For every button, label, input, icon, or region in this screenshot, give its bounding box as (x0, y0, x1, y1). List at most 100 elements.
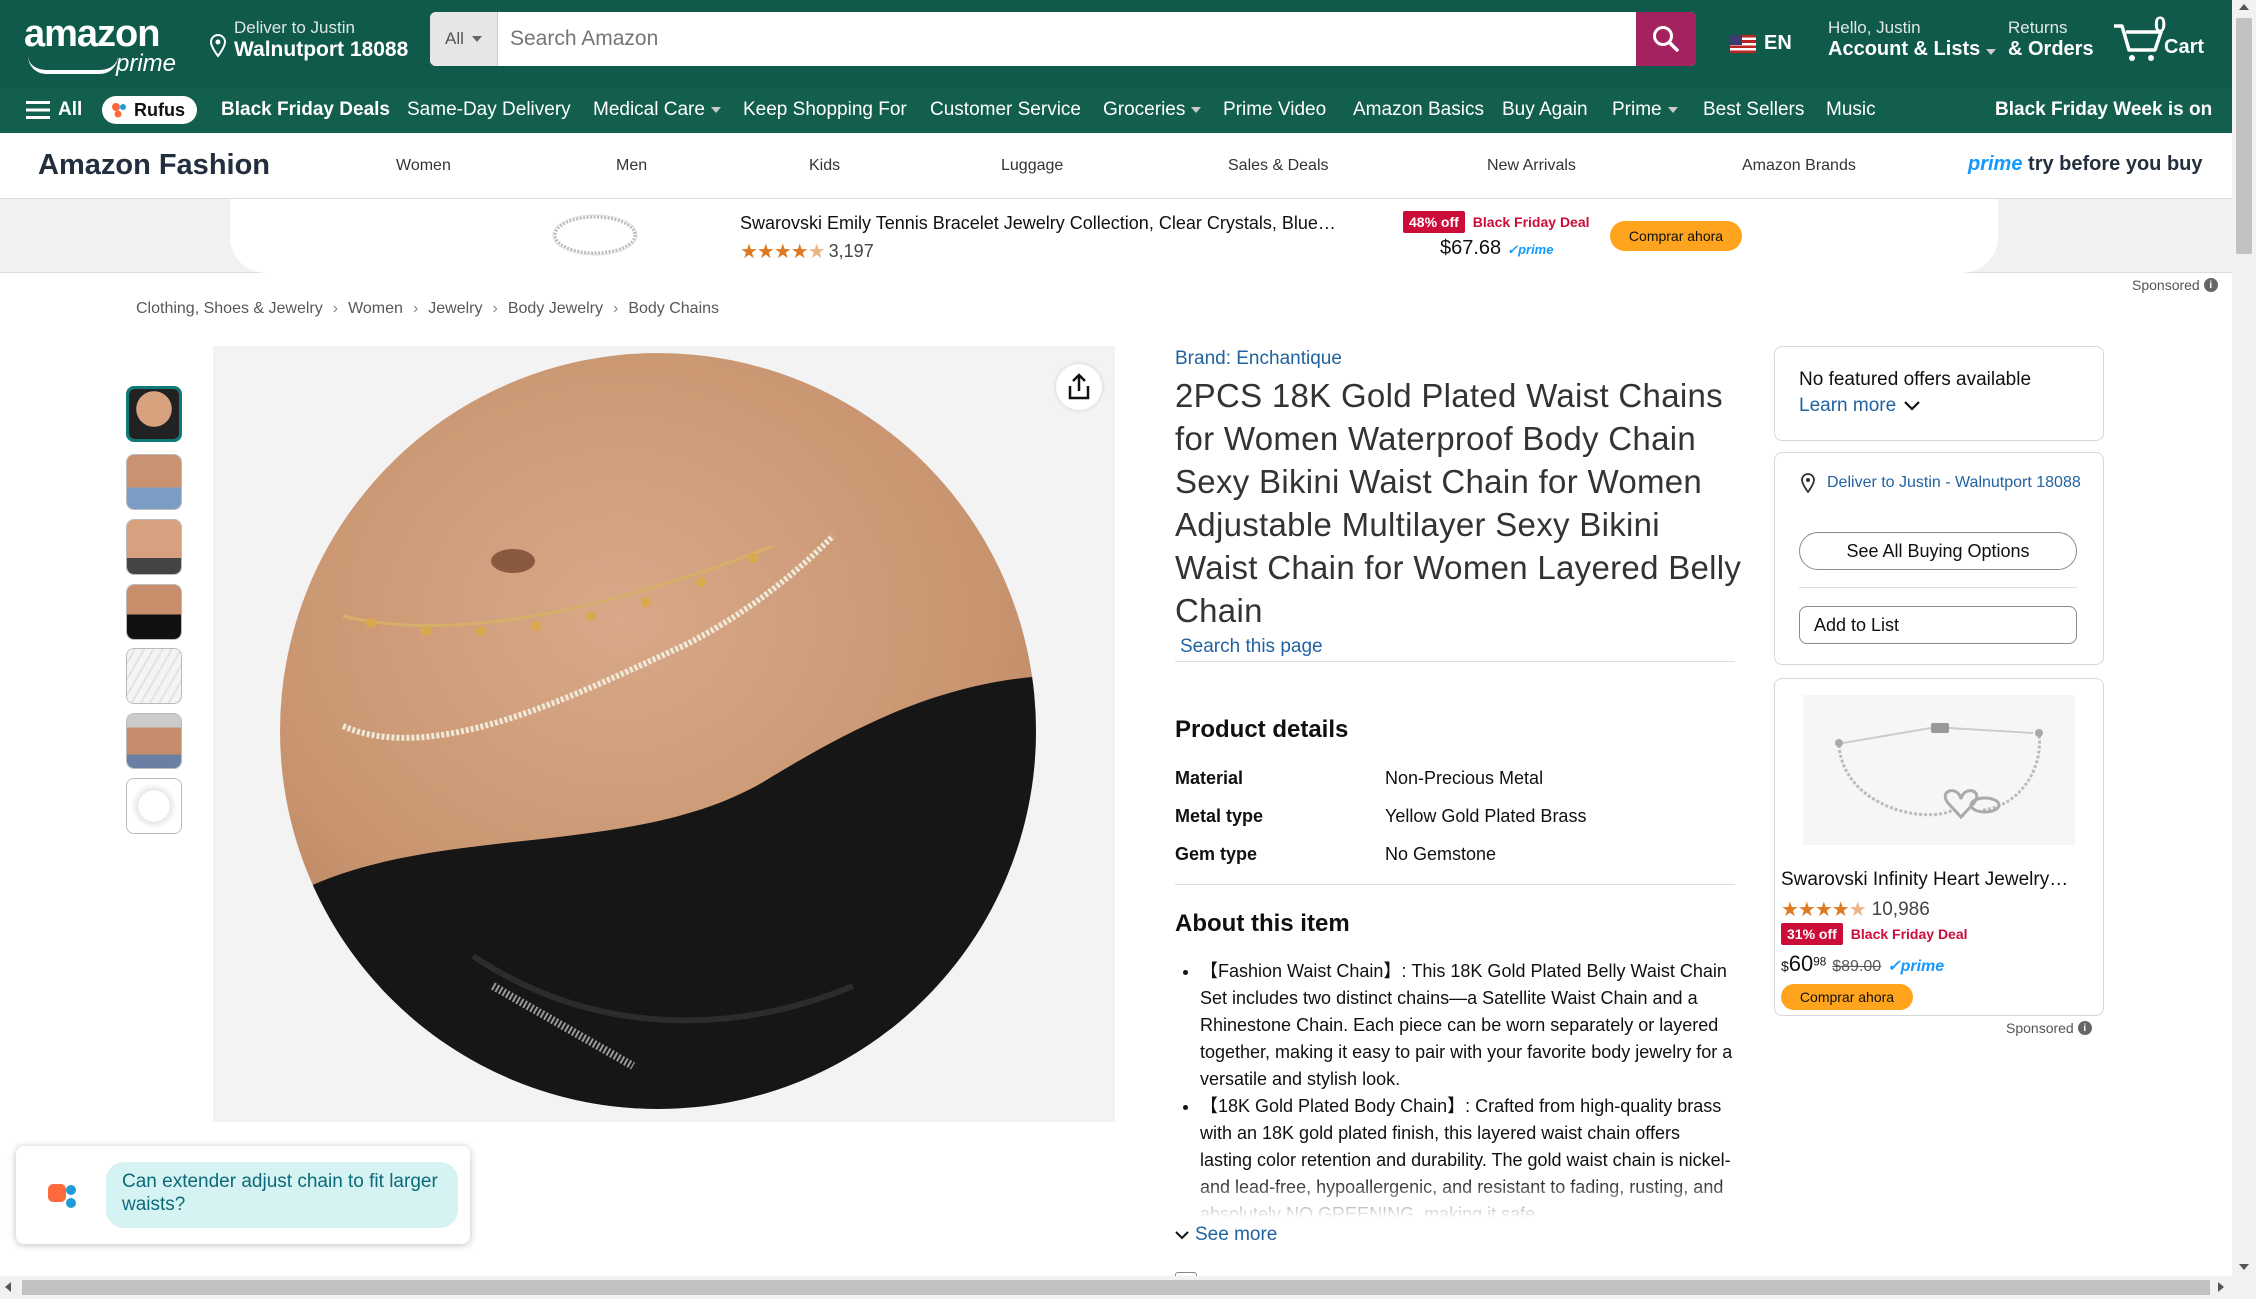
nav-best-sellers[interactable]: Best Sellers (1703, 87, 1804, 133)
account-greeting: Hello, Justin (1828, 18, 1921, 37)
cart-count: 0 (2154, 12, 2167, 37)
nav-medical-care[interactable]: Medical Care (593, 87, 721, 133)
account-lists[interactable]: Hello, Justin Account & Lists (1828, 18, 1997, 61)
breadcrumb-item[interactable]: Clothing, Shoes & Jewelry (136, 300, 323, 318)
scroll-down-arrow-icon[interactable] (2239, 1264, 2249, 1270)
thumbnail-5[interactable] (126, 648, 182, 704)
ad-sponsored-label[interactable]: Sponsored i (2132, 277, 2218, 293)
nav-amazon-basics[interactable]: Amazon Basics (1353, 87, 1484, 133)
learn-more-link[interactable]: Learn more (1799, 395, 1920, 417)
nav-buy-again[interactable]: Buy Again (1502, 87, 1588, 133)
nav-prime[interactable]: Prime (1612, 87, 1678, 133)
side-ad-title[interactable]: Swarovski Infinity Heart Jewelry… (1781, 869, 2099, 891)
spec-value: Non-Precious Metal (1385, 768, 1544, 788)
share-icon (1068, 373, 1090, 400)
ad-rating[interactable]: ★★★★★ 3,197 (740, 239, 874, 264)
nav-black-friday-deals[interactable]: Black Friday Deals (221, 87, 390, 133)
add-to-list-button[interactable]: Add to List (1799, 606, 2077, 644)
sponsored-ad-banner[interactable]: Swarovski Emily Tennis Bracelet Jewelry … (230, 199, 1998, 273)
ad-buy-now-button[interactable]: Comprar ahora (1610, 221, 1742, 251)
thumbnail-3[interactable] (126, 519, 182, 575)
scroll-left-arrow-icon[interactable] (5, 1282, 11, 1292)
bracelet-heart-image[interactable] (1803, 695, 2075, 845)
chevron-down-icon (1175, 1231, 1189, 1240)
brand-link[interactable]: Brand: Enchantique (1175, 348, 1342, 370)
price-currency: $ (1781, 958, 1789, 974)
breadcrumb-item[interactable]: Body Jewelry (508, 300, 603, 318)
amazon-prime-logo[interactable]: amazon prime (24, 14, 184, 77)
breadcrumb-item[interactable]: Women (348, 300, 403, 318)
scroll-right-arrow-icon[interactable] (2218, 1282, 2224, 1292)
scroll-up-arrow-icon[interactable] (2239, 4, 2249, 10)
rufus-button[interactable]: Rufus (102, 87, 197, 133)
spec-key: Material (1175, 768, 1244, 788)
main-product-image[interactable] (213, 346, 1115, 1122)
location-pin-icon (209, 34, 227, 58)
deliver-to-link[interactable]: Deliver to Justin - Walnutport 18088 (1799, 471, 2089, 494)
about-item-list: 【Fashion Waist Chain】: This 18K Gold Pla… (1178, 958, 1736, 1218)
search-button[interactable] (1636, 12, 1696, 66)
side-ad-sponsored-label[interactable]: Sponsored i (2006, 1020, 2092, 1036)
fashion-link-sales-deals[interactable]: Sales & Deals (1228, 157, 1329, 175)
info-icon: i (2203, 278, 2218, 292)
breadcrumb: Clothing, Shoes & Jewelry › Women › Jewelr… (136, 300, 720, 318)
prime-badge-icon: ✓prime (1887, 958, 1945, 975)
thumbnail-2[interactable] (126, 454, 182, 510)
logo-smile-icon (28, 56, 118, 74)
thumbnail-7[interactable] (126, 778, 182, 834)
all-menu-button[interactable]: All (26, 87, 82, 133)
language-label: EN (1764, 32, 1792, 54)
rufus-label: Rufus (134, 99, 185, 120)
fashion-link-amazon-brands[interactable]: Amazon Brands (1742, 157, 1856, 175)
fashion-link-kids[interactable]: Kids (809, 157, 840, 175)
sponsored-ad-strip: Swarovski Emily Tennis Bracelet Jewelry … (0, 199, 2232, 293)
nav-music[interactable]: Music (1826, 87, 1876, 133)
price-cents: 98 (1813, 955, 1827, 969)
nav-prime-video[interactable]: Prime Video (1223, 87, 1326, 133)
chevron-down-icon (710, 107, 721, 113)
prime-try-before-you-buy[interactable]: prime try before you buy (1968, 153, 2203, 176)
horizontal-scrollbar[interactable] (0, 1276, 2256, 1299)
account-label: Account & Lists (1828, 38, 1997, 61)
vertical-scrollbar[interactable] (2232, 0, 2256, 1276)
breadcrumb-item[interactable]: Jewelry (428, 300, 482, 318)
ad-deal-label: Black Friday Deal (1472, 214, 1590, 230)
bracelet-product-image (552, 214, 638, 256)
search-category-select[interactable]: All (430, 12, 498, 66)
nav-promo-black-friday-week[interactable]: Black Friday Week is on (1995, 87, 2212, 133)
side-ad-rating[interactable]: ★★★★★ 10,986 (1781, 897, 1930, 922)
vertical-scroll-thumb[interactable] (2236, 18, 2252, 254)
nav-customer-service[interactable]: Customer Service (930, 87, 1081, 133)
cart-button[interactable]: 0 Cart (2112, 12, 2212, 64)
ad-product-title[interactable]: Swarovski Emily Tennis Bracelet Jewelry … (740, 213, 1380, 234)
breadcrumb-item[interactable]: Body Chains (628, 300, 719, 318)
rufus-suggestion-card: Can extender adjust chain to fit larger … (16, 1146, 470, 1244)
thumbnail-6[interactable] (126, 713, 182, 769)
fashion-link-luggage[interactable]: Luggage (1001, 157, 1063, 175)
fashion-title[interactable]: Amazon Fashion (38, 149, 270, 182)
search-this-page-link[interactable]: Search this page (1180, 636, 1323, 658)
ad-deal-badge: 48% off Black Friday Deal (1403, 211, 1590, 233)
nav-same-day-delivery[interactable]: Same-Day Delivery (407, 87, 571, 133)
search-input[interactable] (498, 12, 1636, 66)
side-ad-price: $6098 $89.00 ✓prime (1781, 951, 1944, 977)
language-selector[interactable]: EN (1730, 32, 1792, 55)
deliver-to[interactable]: Deliver to Justin Walnutport 18088 (208, 18, 408, 62)
thumbnail-4[interactable] (126, 584, 182, 640)
side-ad-review-count: 10,986 (1871, 898, 1930, 920)
fashion-link-new-arrivals[interactable]: New Arrivals (1487, 157, 1576, 175)
see-more-link[interactable]: See more (1175, 1224, 1277, 1246)
share-button[interactable] (1056, 364, 1102, 410)
deliver-line2: Walnutport 18088 (234, 38, 409, 61)
rufus-suggested-question[interactable]: Can extender adjust chain to fit larger … (106, 1162, 458, 1228)
sponsored-product-card[interactable]: Swarovski Infinity Heart Jewelry… ★★★★★ … (1774, 678, 2104, 1016)
fashion-link-women[interactable]: Women (396, 157, 451, 175)
horizontal-scroll-thumb[interactable] (22, 1280, 2210, 1295)
thumbnail-1[interactable] (126, 386, 182, 442)
nav-groceries[interactable]: Groceries (1103, 87, 1202, 133)
see-all-buying-options-button[interactable]: See All Buying Options (1799, 532, 2077, 570)
returns-orders[interactable]: Returns & Orders (2008, 18, 2094, 61)
fashion-link-men[interactable]: Men (616, 157, 647, 175)
side-ad-buy-now-button[interactable]: Comprar ahora (1781, 984, 1913, 1010)
nav-keep-shopping-for[interactable]: Keep Shopping For (743, 87, 907, 133)
